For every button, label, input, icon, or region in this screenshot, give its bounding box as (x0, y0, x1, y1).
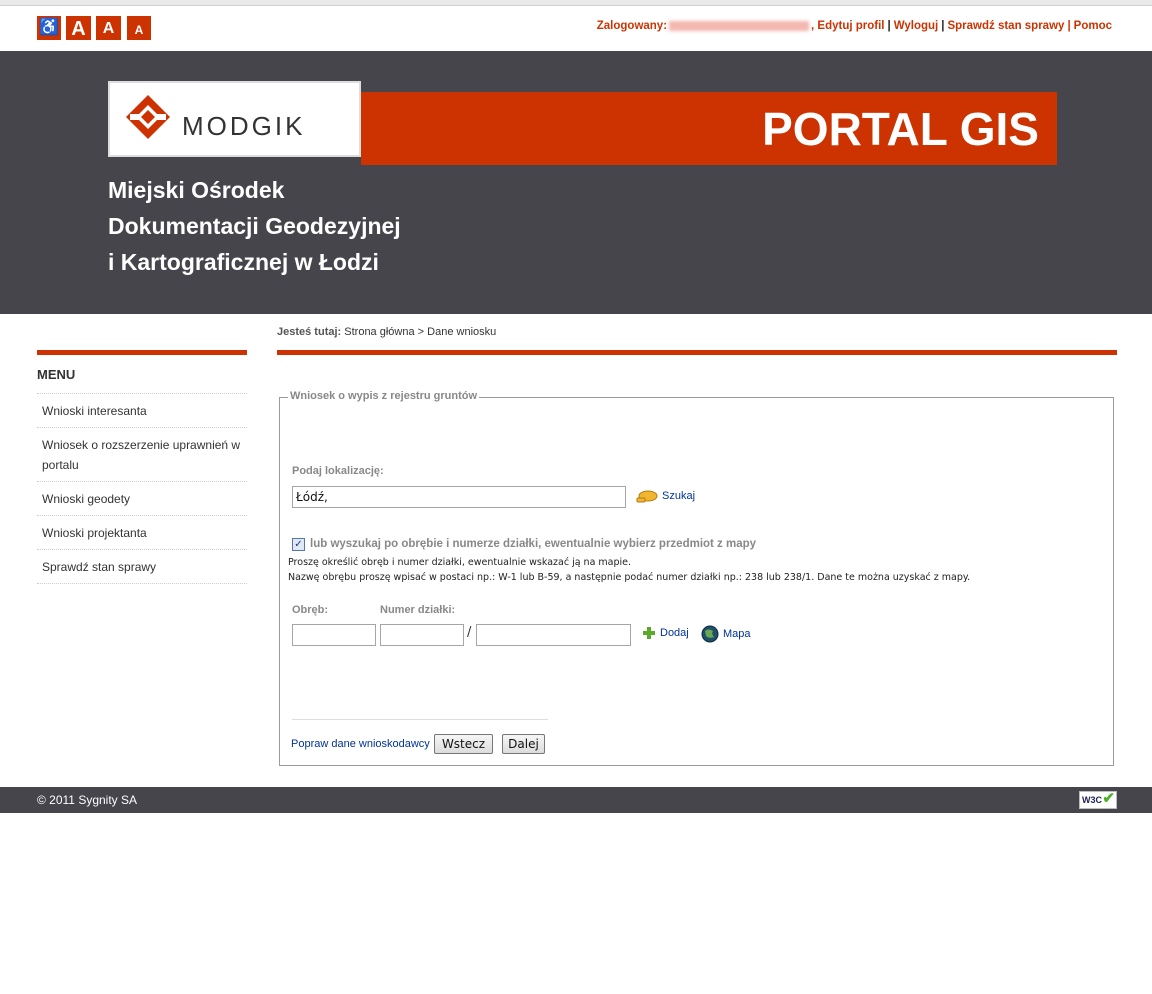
org-name-line2: Dokumentacji Geodezyjnej (108, 213, 401, 239)
back-button[interactable]: Wstecz (434, 734, 493, 754)
footer: © 2011 Sygnity SA W3C ✔ (0, 787, 1152, 813)
breadcrumb-current: Dane wniosku (427, 326, 497, 338)
add-parcel-link[interactable]: Dodaj (642, 626, 689, 640)
user-bar: Zalogowany:, Edytuj profil | Wyloguj | Spraw… (596, 20, 1112, 32)
search-link-label: Szukaj (662, 490, 696, 502)
sidebar-item-wnioski-geodety[interactable]: Wnioski geodety (37, 482, 247, 516)
precinct-label: Obręb: (292, 604, 329, 616)
hint-line-2: Nazwę obrębu proszę wpisać w postaci np.… (288, 572, 971, 583)
font-size-medium-button[interactable]: A (96, 16, 121, 40)
map-link-label: Mapa (723, 628, 751, 640)
accessibility-icon[interactable]: ♿ (37, 16, 61, 40)
breadcrumb: Jesteś tutaj: Strona główna > Dane wnios… (277, 326, 496, 338)
search-icon (636, 490, 658, 503)
sidebar-item-sprawdz-stan-sprawy[interactable]: Sprawdź stan sprawy (37, 550, 247, 584)
alt-search-checkbox[interactable]: ✓ (292, 538, 305, 551)
precinct-input[interactable] (292, 624, 376, 646)
w3c-badge[interactable]: W3C ✔ (1079, 791, 1117, 809)
sidebar-item-rozszerzenie-uprawnien[interactable]: Wniosek o rozszerzenie uprawnień w porta… (37, 428, 247, 482)
sidebar-accent-bar (37, 350, 247, 355)
form-divider (292, 719, 548, 720)
help-link[interactable]: Pomoc (1074, 20, 1112, 32)
logout-link[interactable]: Wyloguj (894, 20, 939, 32)
alt-search-label: lub wyszukaj po obrębie i numerze działk… (310, 538, 757, 550)
globe-icon (701, 625, 719, 643)
location-label: Podaj lokalizację: (292, 465, 384, 477)
search-link[interactable]: Szukaj (636, 488, 695, 504)
organization-name: Miejski Ośrodek Dokumentacji Geodezyjnej… (108, 172, 401, 280)
fix-applicant-link[interactable]: Popraw dane wnioskodawcy (291, 738, 430, 750)
w3c-badge-text: W3C (1082, 795, 1102, 805)
parcel-slash: / (467, 625, 472, 640)
redacted-username (669, 20, 810, 31)
org-name-line1: Miejski Ośrodek (108, 177, 285, 203)
content-accent-bar (277, 350, 1117, 355)
location-input[interactable] (292, 486, 626, 508)
logged-in-label: Zalogowany: (596, 20, 668, 32)
breadcrumb-label: Jesteś tutaj: (277, 326, 342, 338)
sidebar-menu: Wnioski interesanta Wniosek o rozszerzen… (37, 393, 247, 584)
font-size-small-button[interactable]: A (127, 16, 151, 40)
menu-title: MENU (37, 367, 76, 382)
form-legend: Wniosek o wypis z rejestru gruntów (288, 390, 480, 402)
portal-title: PORTAL GIS (762, 103, 1039, 155)
check-status-link[interactable]: Sprawdź stan sprawy (947, 20, 1064, 32)
top-bar: ♿ A A A Zalogowany:, Edytuj profil | Wylog… (0, 6, 1152, 51)
plus-icon (643, 627, 655, 639)
font-size-large-button[interactable]: A (66, 16, 91, 40)
hint-line-1: Proszę określić obręb i numer działki, e… (288, 557, 632, 568)
next-button[interactable]: Dalej (502, 734, 545, 754)
breadcrumb-separator: > (417, 326, 425, 338)
add-link-label: Dodaj (660, 627, 689, 639)
parcel-subnumber-input[interactable] (476, 624, 631, 646)
edit-profile-link[interactable]: Edytuj profil (817, 20, 884, 32)
logo-text: MODGIK (182, 111, 306, 141)
checkmark-icon: ✔ (1102, 790, 1115, 807)
breadcrumb-home[interactable]: Strona główna (344, 326, 414, 338)
copyright: © 2011 Sygnity SA (37, 793, 138, 807)
sidebar-item-wnioski-projektanta[interactable]: Wnioski projektanta (37, 516, 247, 550)
modgik-logo-icon (126, 95, 170, 139)
parcel-label: Numer działki: (380, 604, 456, 616)
modgik-logo[interactable]: MODGIK (108, 81, 361, 157)
portal-banner: PORTAL GIS (361, 92, 1057, 165)
map-link[interactable]: Mapa (701, 625, 751, 643)
org-name-line3: i Kartograficznej w Łodzi (108, 249, 379, 275)
request-form: Wniosek o wypis z rejestru gruntów Podaj… (279, 390, 1114, 766)
site-header: MODGIK PORTAL GIS Miejski Ośrodek Dokume… (0, 51, 1152, 314)
sidebar-item-wnioski-interesanta[interactable]: Wnioski interesanta (37, 394, 247, 428)
parcel-number-input[interactable] (380, 624, 464, 646)
